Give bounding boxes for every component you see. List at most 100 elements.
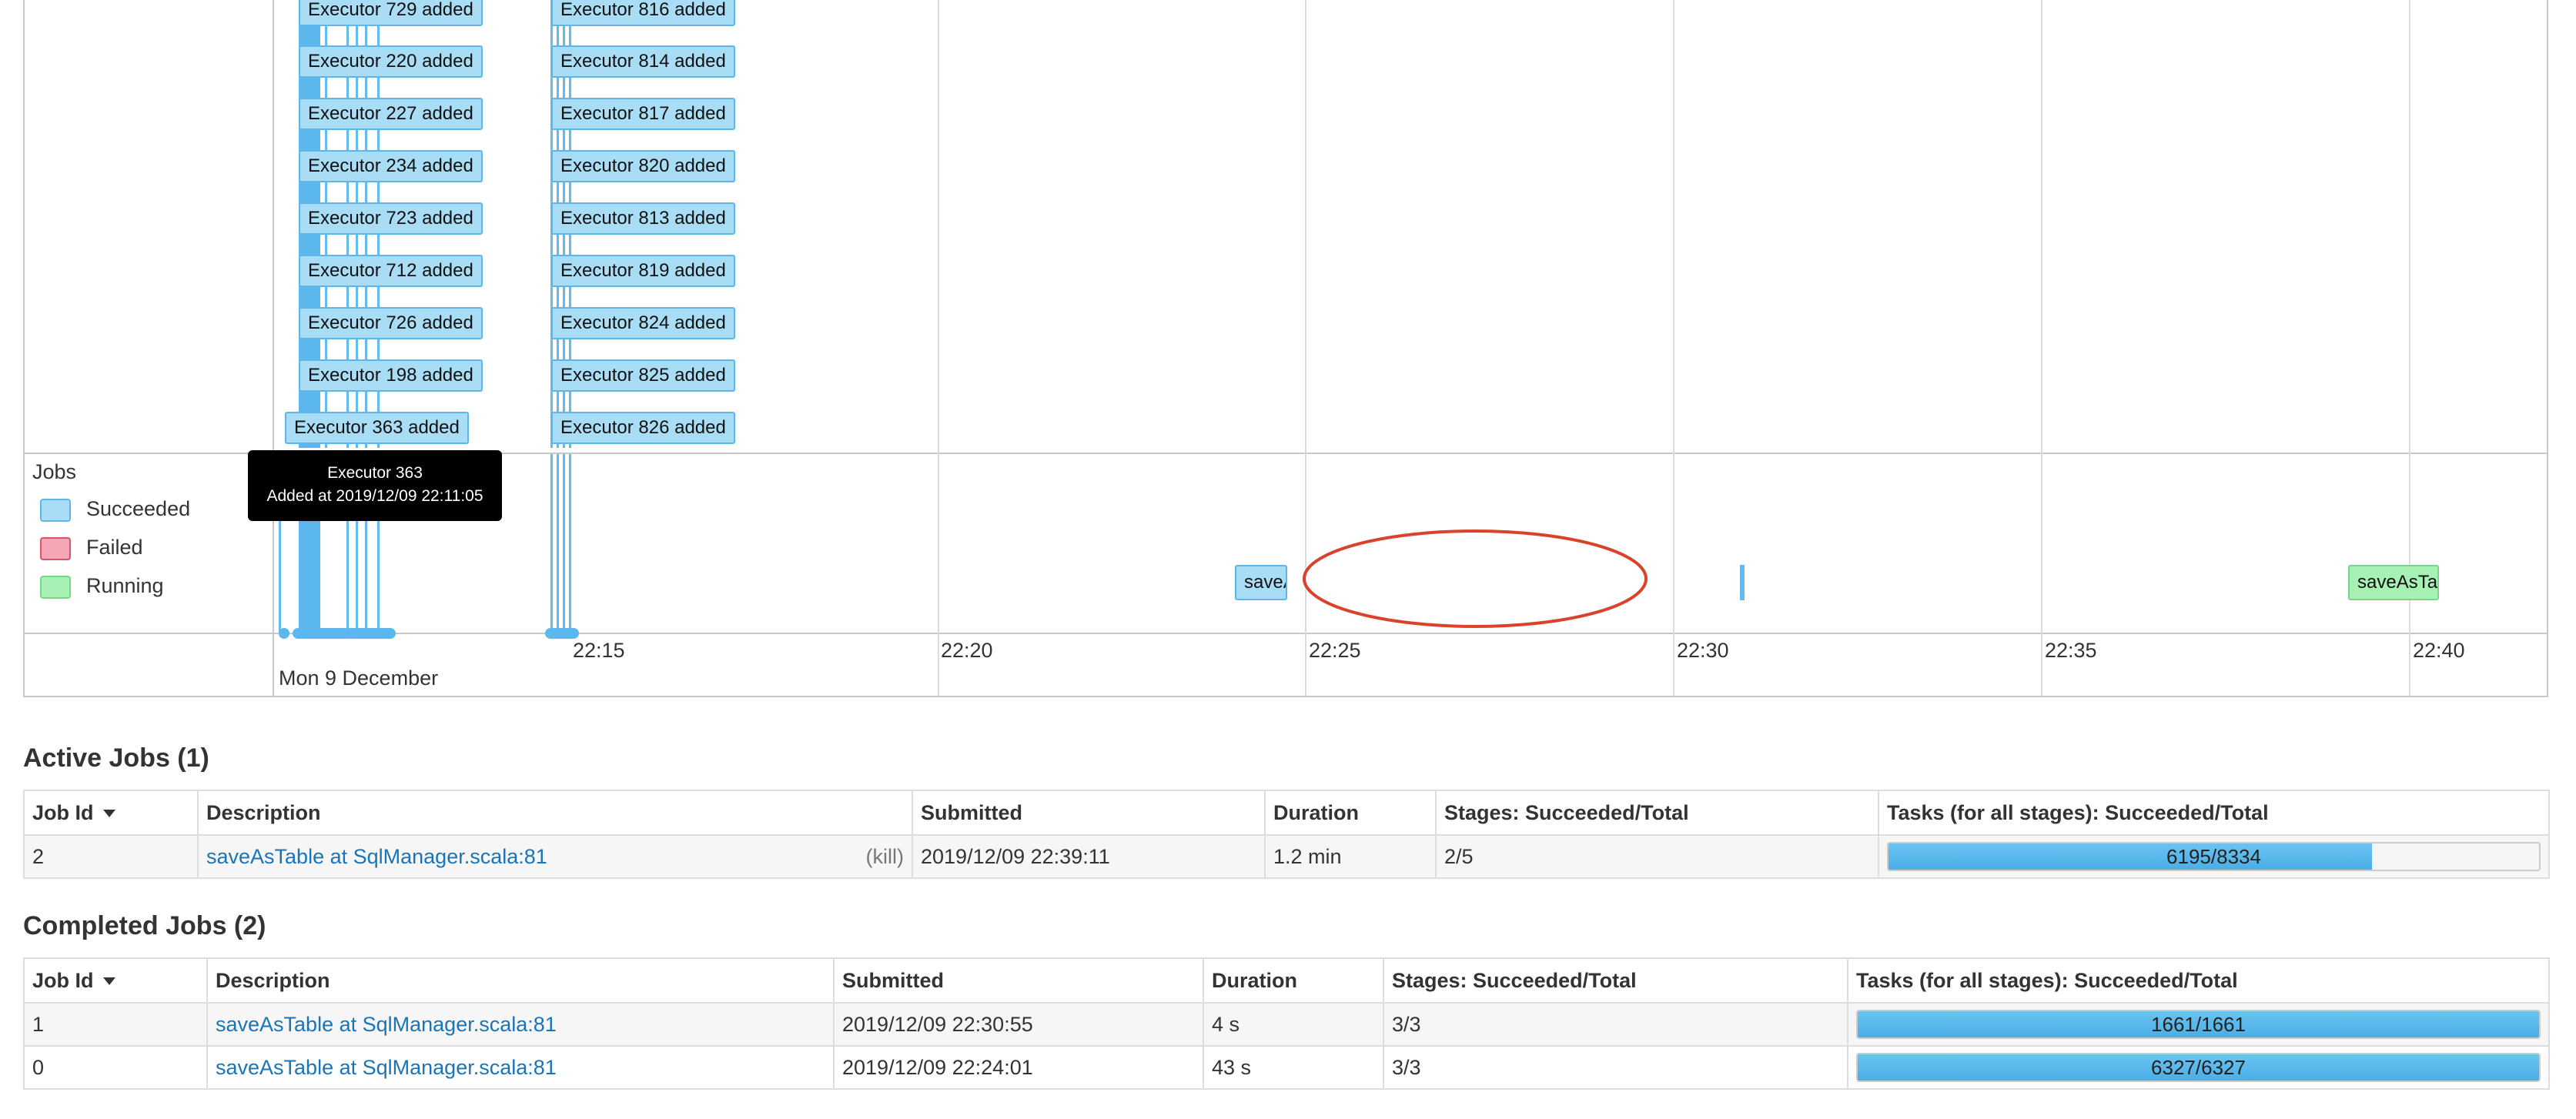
executor-added-item[interactable]: Executor 819 added (551, 255, 735, 287)
executor-added-item[interactable]: Executor 814 added (551, 45, 735, 78)
executor-added-item[interactable]: Executor 820 added (551, 150, 735, 182)
executor-marker-cluster[interactable] (545, 628, 579, 639)
executor-added-item[interactable]: Executor 712 added (299, 255, 483, 287)
axis-divider (25, 633, 2547, 634)
job-id-header[interactable]: Job Id (23, 957, 208, 1004)
legend-succeeded-label: Succeeded (86, 497, 191, 520)
submitted-cell: 2019/12/09 22:24:01 (833, 1045, 1204, 1090)
job-id-cell: 2 (23, 834, 199, 879)
executor-added-item[interactable]: Executor 234 added (299, 150, 483, 182)
tooltip-title: Executor 363 (327, 464, 423, 482)
job-description-link[interactable]: saveAsTable at SqlManager.scala:81 (206, 845, 547, 868)
job-id-cell: 0 (23, 1045, 208, 1090)
axis-tick: 22:30 (1677, 639, 1729, 662)
executor-added-item[interactable]: Executor 825 added (551, 359, 735, 392)
submitted-cell: 2019/12/09 22:39:11 (912, 834, 1266, 879)
active-jobs-table: Job Id Description Submitted Duration St… (23, 790, 2550, 879)
tasks-header[interactable]: Tasks (for all stages): Succeeded/Total (1847, 957, 2550, 1004)
submitted-cell: 2019/12/09 22:30:55 (833, 1002, 1204, 1047)
sort-desc-icon[interactable] (102, 810, 115, 818)
executor-marker-cluster[interactable] (293, 628, 354, 639)
tasks-header[interactable]: Tasks (for all stages): Succeeded/Total (1878, 790, 2550, 836)
progress-text: 6195/8334 (2166, 845, 2261, 868)
tasks-progress-bar: 6195/8334 (1887, 842, 2541, 871)
completed-jobs-heading[interactable]: Completed Jobs (2) (23, 911, 266, 941)
axis-tick: 22:15 (573, 639, 625, 662)
executor-added-item[interactable]: Executor 729 added (299, 0, 483, 26)
duration-header[interactable]: Duration (1264, 790, 1437, 836)
axis-tick: 22:20 (941, 639, 993, 662)
duration-header[interactable]: Duration (1203, 957, 1384, 1004)
duration-cell: 4 s (1203, 1002, 1384, 1047)
submitted-header[interactable]: Submitted (912, 790, 1266, 836)
tooltip-detail: Added at 2019/12/09 22:11:05 (266, 487, 483, 505)
job-id-cell: 1 (23, 1002, 208, 1047)
progress-text: 1661/1661 (2151, 1013, 2246, 1036)
legend-failed-label: Failed (86, 536, 143, 559)
legend-running-label: Running (86, 574, 164, 597)
table-row: 2 saveAsTable at SqlManager.scala:81 (ki… (23, 834, 2550, 879)
axis-tick: 22:40 (2413, 639, 2465, 662)
kill-job-link[interactable]: (kill) (866, 845, 904, 869)
description-cell: saveAsTable at SqlManager.scala:81 (206, 1045, 835, 1090)
description-header[interactable]: Description (206, 957, 835, 1004)
executor-added-item[interactable]: Executor 220 added (299, 45, 483, 78)
tasks-progress-bar: 1661/1661 (1856, 1010, 2541, 1039)
sort-desc-icon[interactable] (102, 977, 115, 986)
executor-activity-line (569, 454, 571, 633)
description-cell: saveAsTable at SqlManager.scala:81 (kill… (197, 834, 913, 879)
executor-added-item[interactable]: Executor 227 added (299, 98, 483, 130)
job-id-header[interactable]: Job Id (23, 790, 199, 836)
stages-header[interactable]: Stages: Succeeded/Total (1435, 790, 1879, 836)
legend-column-divider (273, 0, 274, 696)
annotation-ellipse (1303, 529, 1648, 628)
executor-added-item[interactable]: Executor 826 added (551, 412, 735, 444)
executor-added-item[interactable]: Executor 813 added (551, 202, 735, 235)
tasks-cell: 6195/8334 (1878, 834, 2550, 879)
active-jobs-heading[interactable]: Active Jobs (1) (23, 743, 209, 773)
tasks-cell: 1661/1661 (1847, 1002, 2550, 1047)
executor-added-item[interactable]: Executor 824 added (551, 307, 735, 339)
stages-cell: 2/5 (1435, 834, 1879, 879)
table-row: 1 saveAsTable at SqlManager.scala:81 201… (23, 1002, 2550, 1047)
executor-added-item[interactable]: Executor 816 added (551, 0, 735, 26)
executor-marker-cluster[interactable] (346, 628, 396, 639)
running-swatch (40, 576, 71, 599)
succeeded-swatch (40, 499, 71, 522)
axis-tick: 22:25 (1309, 639, 1361, 662)
tasks-progress-bar: 6327/6327 (1856, 1053, 2541, 1082)
axis-date-label: Mon 9 December (279, 666, 439, 690)
executor-added-item[interactable]: Executor 726 added (299, 307, 483, 339)
table-row: 0 saveAsTable at SqlManager.scala:81 201… (23, 1045, 2550, 1090)
jobs-legend-title: Jobs (32, 460, 77, 483)
executor-added-item[interactable]: Executor 723 added (299, 202, 483, 235)
duration-cell: 1.2 min (1264, 834, 1437, 879)
description-header[interactable]: Description (197, 790, 913, 836)
progress-text: 6327/6327 (2151, 1056, 2246, 1079)
executor-added-item-highlighted[interactable]: Executor 363 added (285, 412, 469, 444)
event-timeline[interactable]: Executor 729 added Executor 220 added Ex… (23, 0, 2548, 697)
duration-cell: 43 s (1203, 1045, 1384, 1090)
executor-added-item[interactable]: Executor 817 added (551, 98, 735, 130)
job-description-link[interactable]: saveAsTable at SqlManager.scala:81 (216, 1013, 557, 1036)
executor-activity-line (550, 454, 553, 633)
grid-line (1673, 0, 1674, 696)
description-cell: saveAsTable at SqlManager.scala:81 (206, 1002, 835, 1047)
job-description-link[interactable]: saveAsTable at SqlManager.scala:81 (216, 1056, 557, 1079)
failed-swatch (40, 537, 71, 560)
submitted-header[interactable]: Submitted (833, 957, 1204, 1004)
grid-line (2041, 0, 2042, 696)
stages-header[interactable]: Stages: Succeeded/Total (1383, 957, 1848, 1004)
tasks-cell: 6327/6327 (1847, 1045, 2550, 1090)
executor-added-item[interactable]: Executor 198 added (299, 359, 483, 392)
timeline-job-2[interactable]: saveAsTa (2348, 565, 2439, 600)
timeline-job-1[interactable] (1740, 565, 1745, 600)
executor-activity-line (563, 454, 565, 633)
grid-line (938, 0, 939, 696)
executor-activity-line (557, 454, 559, 633)
executor-marker[interactable] (279, 628, 289, 639)
axis-tick: 22:35 (2045, 639, 2097, 662)
timeline-job-0[interactable]: saveA (1235, 565, 1287, 600)
stages-cell: 3/3 (1383, 1045, 1848, 1090)
stages-cell: 3/3 (1383, 1002, 1848, 1047)
